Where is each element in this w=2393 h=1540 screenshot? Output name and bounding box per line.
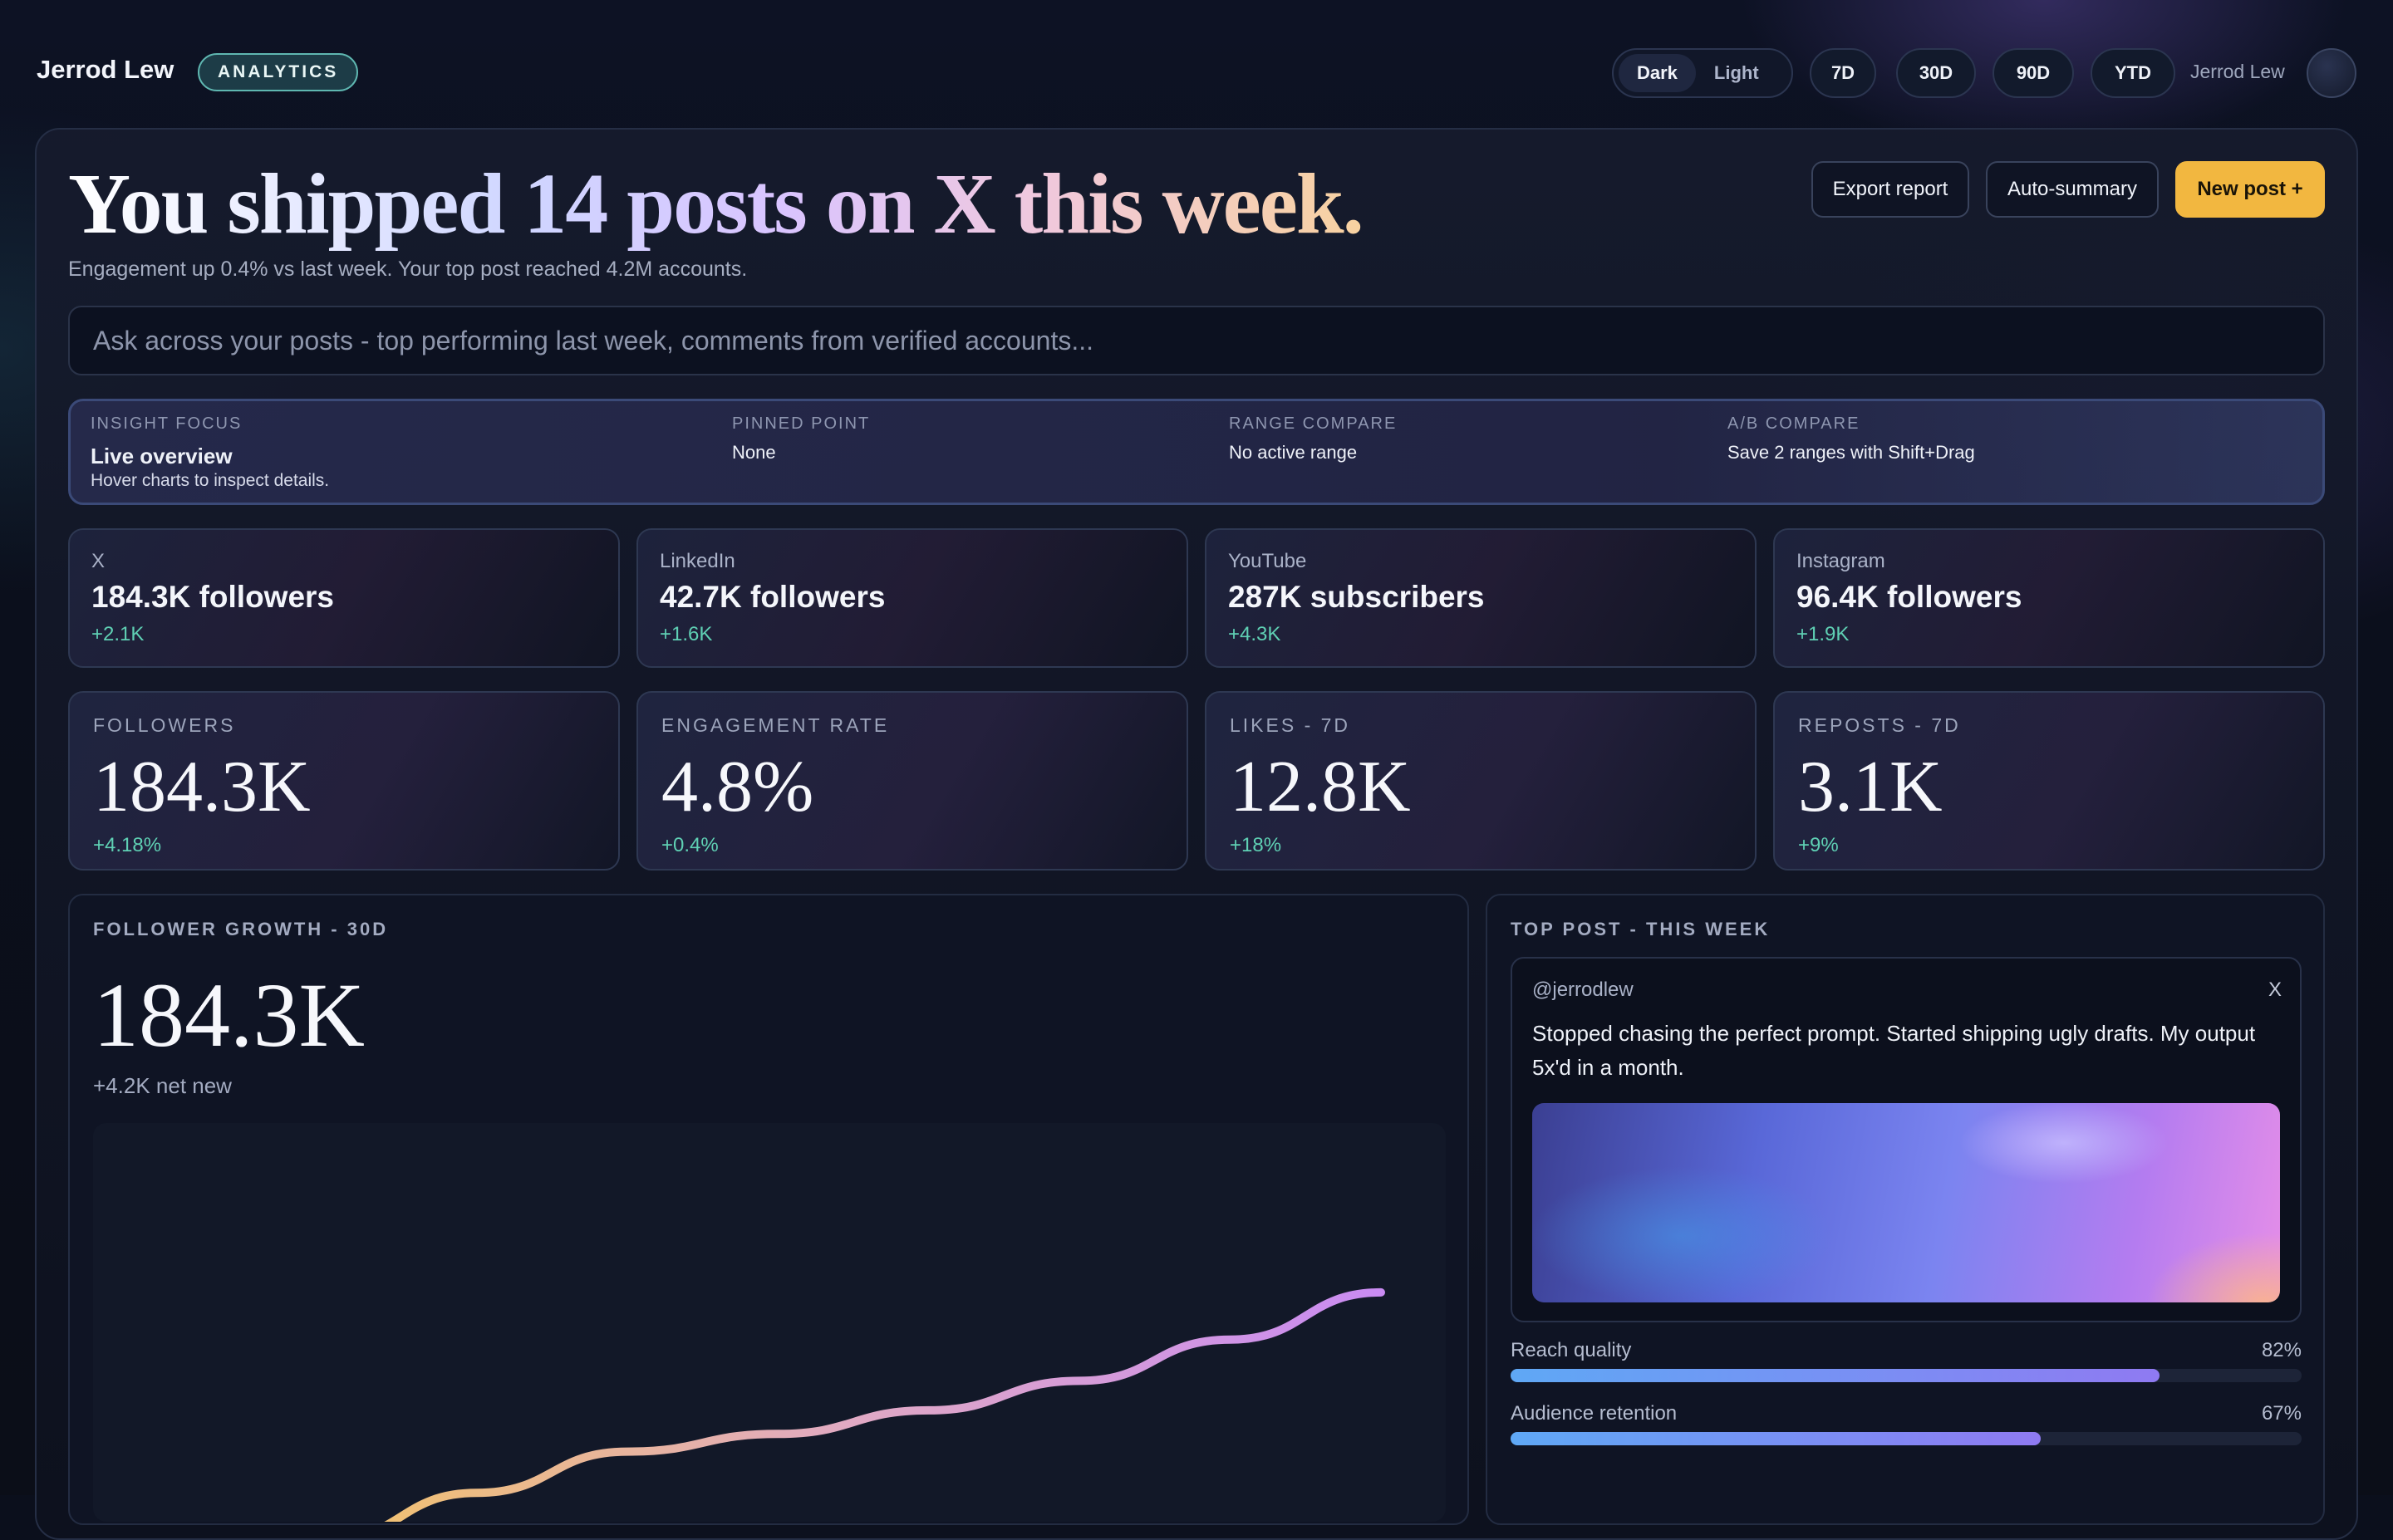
network-card-instagram[interactable]: Instagram 96.4K followers +1.9K <box>1773 528 2325 668</box>
brand-name: Jerrod Lew <box>37 55 174 84</box>
network-card-youtube[interactable]: YouTube 287K subscribers +4.3K <box>1205 528 1757 668</box>
search-input[interactable] <box>70 307 2323 374</box>
range-30d-button[interactable]: 30D <box>1896 48 1976 98</box>
analytics-tag: ANALYTICS <box>198 53 359 91</box>
top-bar: Jerrod Lew ANALYTICS Dark Light 7D 30D 9… <box>0 0 2393 143</box>
kpi-delta: +0.4% <box>661 834 719 856</box>
avatar[interactable] <box>2307 48 2356 98</box>
follower-growth-label: FOLLOWER GROWTH - 30D <box>93 919 389 939</box>
network-name: YouTube <box>1228 550 1307 572</box>
network-count: 42.7K followers <box>660 580 886 614</box>
theme-toggle: Dark Light <box>1612 48 1793 98</box>
metric-track <box>1511 1432 2302 1445</box>
kpi-label: REPOSTS - 7D <box>1798 714 1961 736</box>
kpi-delta: +18% <box>1230 834 1282 856</box>
insight-focus-label: INSIGHT FOCUS <box>91 414 243 433</box>
post-handle: @jerrodlew <box>1532 978 1634 1001</box>
follower-growth-chart[interactable] <box>93 1123 1446 1522</box>
kpi-label: FOLLOWERS <box>93 714 236 736</box>
metric-fill <box>1511 1432 2041 1445</box>
page-title: You shipped 14 posts on X this week. <box>68 154 1364 254</box>
network-name: Instagram <box>1796 550 1885 572</box>
network-count: 96.4K followers <box>1796 580 2022 614</box>
ab-compare-value: Save 2 ranges with Shift+Drag <box>1727 442 1975 463</box>
network-count: 287K subscribers <box>1228 580 1485 614</box>
kpi-value: 184.3K <box>93 747 311 827</box>
kpi-card-engagement-rate[interactable]: ENGAGEMENT RATE 4.8% +0.4% <box>636 691 1188 871</box>
network-delta: +2.1K <box>91 623 145 645</box>
range-7d-button[interactable]: 7D <box>1810 48 1876 98</box>
metric-percent: 67% <box>2261 1402 2302 1425</box>
user-name: Jerrod Lew <box>2190 61 2285 82</box>
new-post-button[interactable]: New post + <box>2175 161 2325 218</box>
insight-pinned: PINNED POINT None <box>732 414 870 463</box>
kpi-card-likes[interactable]: LIKES - 7D 12.8K +18% <box>1205 691 1757 871</box>
kpi-value: 4.8% <box>661 747 814 827</box>
kpi-delta: +9% <box>1798 834 1839 856</box>
kpi-value: 3.1K <box>1798 747 1943 827</box>
network-name: X <box>91 550 106 572</box>
auto-summary-button[interactable]: Auto-summary <box>1986 161 2159 218</box>
network-count: 184.3K followers <box>91 580 335 614</box>
follower-growth-card: FOLLOWER GROWTH - 30D 184.3K +4.2K net n… <box>68 894 1469 1525</box>
post-preview[interactable]: @jerrodlew X Stopped chasing the perfect… <box>1511 957 2302 1322</box>
follower-growth-value: 184.3K <box>93 964 365 1066</box>
post-media-image <box>1532 1103 2280 1302</box>
post-platform: X <box>2268 978 2282 1001</box>
range-compare-value: No active range <box>1229 442 1358 463</box>
insight-focus: INSIGHT FOCUS Live overview Hover charts… <box>91 414 329 491</box>
post-text: Stopped chasing the perfect prompt. Star… <box>1532 1021 2256 1080</box>
range-90d-button[interactable]: 90D <box>1993 48 2074 98</box>
line-chart-svg[interactable] <box>93 1123 1446 1522</box>
pinned-point-label: PINNED POINT <box>732 414 871 433</box>
theme-dark-option[interactable]: Dark <box>1619 54 1696 92</box>
metric-percent: 82% <box>2261 1339 2302 1361</box>
metric-fill <box>1511 1369 2160 1382</box>
metric-name: Reach quality <box>1511 1339 1632 1361</box>
range-ytd-button[interactable]: YTD <box>2091 48 2175 98</box>
metric-name: Audience retention <box>1511 1402 1678 1425</box>
metric-track <box>1511 1369 2302 1382</box>
insight-focus-value: Live overview <box>91 444 233 468</box>
insight-range: RANGE COMPARE No active range <box>1229 414 1397 463</box>
top-post-label: TOP POST - THIS WEEK <box>1511 919 1771 939</box>
top-post-card: TOP POST - THIS WEEK @jerrodlew X Stoppe… <box>1486 894 2325 1525</box>
search-box <box>68 306 2325 375</box>
follower-growth-series-line[interactable] <box>326 1287 1385 1522</box>
range-compare-label: RANGE COMPARE <box>1229 414 1398 433</box>
kpi-label: LIKES - 7D <box>1230 714 1351 736</box>
ab-compare-label: A/B COMPARE <box>1727 414 1860 433</box>
page-subtitle: Engagement up 0.4% vs last week. Your to… <box>68 257 748 281</box>
pinned-point-value: None <box>732 442 776 463</box>
network-delta: +1.9K <box>1796 623 1850 645</box>
network-name: LinkedIn <box>660 550 735 572</box>
follower-growth-net: +4.2K net new <box>93 1073 232 1098</box>
insight-ab: A/B COMPARE Save 2 ranges with Shift+Dra… <box>1727 414 1975 463</box>
kpi-label: ENGAGEMENT RATE <box>661 714 890 736</box>
network-delta: +1.6K <box>660 623 713 645</box>
kpi-card-reposts[interactable]: REPOSTS - 7D 3.1K +9% <box>1773 691 2325 871</box>
export-report-button[interactable]: Export report <box>1811 161 1969 218</box>
network-card-linkedin[interactable]: LinkedIn 42.7K followers +1.6K <box>636 528 1188 668</box>
kpi-value: 12.8K <box>1230 747 1411 827</box>
theme-light-option[interactable]: Light <box>1696 54 1777 92</box>
network-delta: +4.3K <box>1228 623 1281 645</box>
kpi-delta: +4.18% <box>93 834 162 856</box>
kpi-card-followers[interactable]: FOLLOWERS 184.3K +4.18% <box>68 691 620 871</box>
insight-focus-hint: Hover charts to inspect details. <box>91 471 330 490</box>
network-card-x[interactable]: X 184.3K followers +2.1K <box>68 528 620 668</box>
insight-bar: INSIGHT FOCUS Live overview Hover charts… <box>68 399 2325 505</box>
